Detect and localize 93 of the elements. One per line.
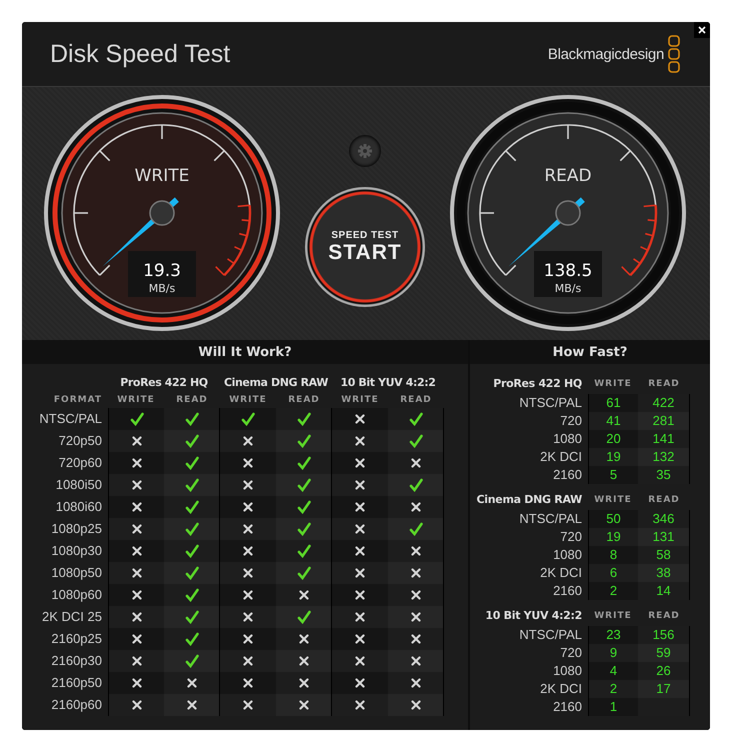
three-squares-icon	[668, 35, 680, 73]
gauge-unit: MB/s	[148, 282, 176, 295]
speed-value: 156	[652, 627, 674, 642]
gauge-label: WRITE	[134, 166, 190, 186]
speed-value: 8	[610, 547, 618, 562]
speed-value: 20	[606, 431, 621, 446]
speed-value: 35	[656, 467, 671, 482]
format-label: NTSC/PAL	[38, 410, 103, 428]
format-label: 2K DCI	[539, 564, 583, 582]
column-heading: WRITE	[340, 394, 380, 407]
format-label: 1080	[552, 662, 583, 680]
column-heading: WRITE	[228, 394, 268, 407]
speed-value: 6	[610, 565, 618, 580]
column-heading: WRITE	[593, 378, 633, 391]
speed-value: 58	[656, 547, 671, 562]
column-heading: WRITE	[593, 610, 633, 623]
codec-heading: 10 Bit YUV 4:2:2	[484, 608, 583, 624]
speed-value: 141	[652, 431, 674, 446]
format-label: NTSC/PAL	[518, 626, 583, 644]
start-button[interactable]: SPEED TEST START	[305, 187, 425, 307]
format-label: NTSC/PAL	[518, 510, 583, 528]
speed-value: 59	[656, 645, 671, 660]
speed-value: 346	[652, 511, 674, 526]
speed-value: 1	[610, 699, 618, 714]
format-label: 2160p60	[50, 696, 103, 714]
speed-value: 14	[656, 583, 671, 598]
format-label: 720	[559, 528, 583, 546]
speed-value: 23	[606, 627, 621, 642]
format-label: 2K DCI	[539, 448, 583, 466]
codec-heading: 10 Bit YUV 4:2:2	[340, 375, 436, 391]
speed-value: 5	[610, 467, 618, 482]
format-label: 2160	[552, 698, 583, 716]
codec-heading: Cinema DNG RAW	[476, 492, 583, 508]
format-label: 1080	[552, 430, 583, 448]
format-label: 720	[559, 412, 583, 430]
gauge-unit: MB/s	[554, 282, 582, 295]
column-heading: READ	[647, 378, 681, 391]
format-label: 2160	[552, 582, 583, 600]
format-label: 1080p30	[50, 542, 103, 560]
codec-heading: Cinema DNG RAW	[224, 375, 328, 391]
format-label: 1080p25	[50, 520, 103, 538]
speed-value: 17	[656, 681, 671, 696]
codec-heading: ProRes 422 HQ	[492, 376, 583, 392]
close-icon	[698, 26, 706, 34]
gauge-reading: 138.5	[544, 261, 592, 281]
speed-value: 9	[610, 645, 618, 660]
speed-value: 132	[652, 449, 674, 464]
speed-value: 2	[610, 583, 618, 598]
panel-title: Will It Work?	[22, 340, 468, 364]
gauge-reading: 19.3	[143, 261, 181, 281]
speed-value: 422	[652, 395, 674, 410]
speed-value: 4	[610, 663, 618, 678]
gear-icon	[357, 143, 373, 159]
format-label: 2K DCI	[539, 680, 583, 698]
format-label: 720p50	[58, 432, 103, 450]
format-label: 2160p30	[50, 652, 103, 670]
speed-value: 50	[606, 511, 621, 526]
format-label: 720p60	[58, 454, 103, 472]
format-label: 720	[559, 644, 583, 662]
column-heading: READ	[399, 394, 433, 407]
format-label: 1080i50	[54, 476, 103, 494]
brand-name: Blackmagicdesign	[548, 46, 664, 62]
format-label: 1080i60	[54, 498, 103, 516]
column-heading: READ	[647, 610, 681, 623]
speed-value: 41	[606, 413, 621, 428]
speed-value: 19	[606, 529, 621, 544]
format-label: 2160	[552, 466, 583, 484]
column-heading: READ	[647, 494, 681, 507]
speed-value: 26	[656, 663, 671, 678]
close-button[interactable]	[694, 22, 710, 38]
column-heading: FORMAT	[52, 394, 103, 407]
speed-value: 61	[606, 395, 621, 410]
speed-value: 131	[652, 529, 674, 544]
format-label: 2K DCI 25	[41, 608, 103, 626]
speed-value: 19	[606, 449, 621, 464]
window-title: Disk Speed Test	[50, 40, 230, 68]
column-heading: WRITE	[593, 494, 633, 507]
format-label: 2160p25	[50, 630, 103, 648]
column-heading: WRITE	[116, 394, 156, 407]
column-heading: READ	[175, 394, 209, 407]
format-label: 1080p60	[50, 586, 103, 604]
speed-value: 2	[610, 681, 618, 696]
speed-value: 38	[656, 565, 671, 580]
column-heading: READ	[287, 394, 321, 407]
gauge-label: READ	[544, 166, 592, 186]
panel-title: How Fast?	[470, 340, 710, 364]
codec-heading: ProRes 422 HQ	[120, 375, 208, 391]
format-label: 1080	[552, 546, 583, 564]
speed-value: 281	[652, 413, 674, 428]
format-label: 2160p50	[50, 674, 103, 692]
format-label: NTSC/PAL	[518, 394, 583, 412]
format-label: 1080p50	[50, 564, 103, 582]
settings-button[interactable]	[349, 135, 381, 167]
